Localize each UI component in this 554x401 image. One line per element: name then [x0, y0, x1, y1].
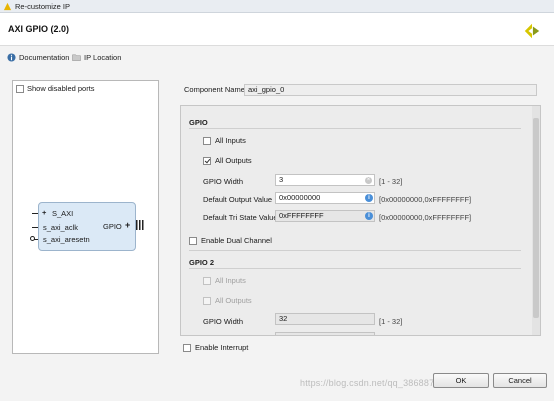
all-outputs-label: All Outputs: [215, 156, 252, 165]
component-name-input[interactable]: axi_gpio_0: [244, 84, 537, 96]
ok-button[interactable]: OK: [433, 373, 489, 388]
folder-icon: [72, 54, 81, 61]
scrollbar[interactable]: [532, 106, 540, 335]
gpio-width-range: [1 - 32]: [379, 177, 403, 186]
default-output-input[interactable]: 0x00000000: [275, 192, 375, 204]
gpio-width-label: GPIO Width: [203, 177, 244, 186]
section-divider: [189, 268, 521, 269]
plus-icon: +: [42, 208, 47, 217]
default-tri-range: [0x00000000,0xFFFFFFFF]: [379, 213, 472, 222]
dual-channel-label: Enable Dual Channel: [201, 236, 272, 245]
default-tri-input[interactable]: 0xFFFFFFFF: [275, 210, 375, 222]
cancel-button[interactable]: Cancel: [493, 373, 547, 388]
gpio-section-title: GPIO: [189, 118, 208, 127]
gpio-all-inputs-checkbox[interactable]: All Inputs: [203, 136, 246, 145]
enable-dual-channel-checkbox[interactable]: Enable Dual Channel: [189, 236, 272, 245]
gpio-width-input[interactable]: 3: [275, 174, 375, 186]
show-disabled-ports-checkbox[interactable]: Show disabled ports: [16, 84, 95, 93]
gpio2-next-input[interactable]: [275, 332, 375, 335]
window-titlebar: Re-customize IP: [0, 0, 554, 13]
gpio2-all-inputs-checkbox[interactable]: All Inputs: [203, 276, 246, 285]
all-outputs-label: All Outputs: [215, 296, 252, 305]
checkbox-box[interactable]: [16, 84, 24, 93]
port-s-axi-aresetn: s_axi_aresetn: [43, 235, 90, 244]
gpio2-width-range: [1 - 32]: [379, 317, 403, 326]
default-tri-label: Default Tri State Value: [203, 213, 278, 222]
gpio2-section-title: GPIO 2: [189, 258, 215, 267]
documentation-label: Documentation: [19, 52, 70, 62]
show-disabled-ports-label: Show disabled ports: [27, 84, 95, 93]
ip-location-label: IP Location: [84, 52, 122, 62]
section-divider: [189, 128, 521, 129]
gpio2-width-input[interactable]: 32: [275, 313, 375, 325]
default-output-range: [0x00000000,0xFFFFFFFF]: [379, 195, 472, 204]
header: AXI GPIO (2.0): [0, 13, 554, 46]
app-icon: [3, 2, 12, 11]
scrollbar-thumb[interactable]: [533, 118, 539, 318]
default-output-label: Default Output Value: [203, 195, 273, 204]
all-inputs-label: All Inputs: [215, 136, 246, 145]
all-inputs-label: All Inputs: [215, 276, 246, 285]
toolbar: Documentation IP Location: [0, 47, 554, 66]
port-s-axi-aclk: s_axi_aclk: [43, 223, 79, 232]
port-s-axi: S_AXI: [52, 209, 74, 218]
info-icon[interactable]: i: [365, 194, 373, 202]
reset-bubble-icon: [30, 236, 35, 241]
enable-interrupt-label: Enable Interrupt: [195, 343, 249, 352]
gpio-all-outputs-checkbox[interactable]: All Outputs: [203, 156, 252, 165]
enable-interrupt-checkbox[interactable]: Enable Interrupt: [183, 343, 248, 352]
vivado-logo-icon: [524, 23, 540, 39]
component-name-label: Component Name: [184, 85, 245, 94]
bus-port-icon: [136, 220, 144, 230]
documentation-button[interactable]: Documentation: [7, 52, 69, 62]
ip-title: AXI GPIO (2.0): [8, 24, 70, 34]
gpio2-width-label: GPIO Width: [203, 317, 244, 326]
port-gpio: GPIO: [103, 222, 122, 231]
component-name-row: Component Name: [184, 85, 245, 94]
gpio2-all-outputs-checkbox[interactable]: All Outputs: [203, 296, 252, 305]
watermark-text: https://blog.csdn.net/qq_38688710: [300, 378, 445, 388]
ip-location-button[interactable]: IP Location: [72, 52, 121, 62]
info-icon[interactable]: i: [365, 212, 373, 220]
section-divider: [189, 250, 521, 251]
clear-icon[interactable]: ×: [365, 177, 372, 184]
plus-icon: +: [125, 220, 131, 230]
config-panel[interactable]: GPIO All Inputs All Outputs GPIO Width 3…: [180, 105, 541, 336]
axi-gpio-block[interactable]: + S_AXI s_axi_aclk s_axi_aresetn GPIO +: [38, 202, 136, 251]
info-circle-icon: [7, 52, 16, 62]
window-title: Re-customize IP: [15, 2, 71, 11]
